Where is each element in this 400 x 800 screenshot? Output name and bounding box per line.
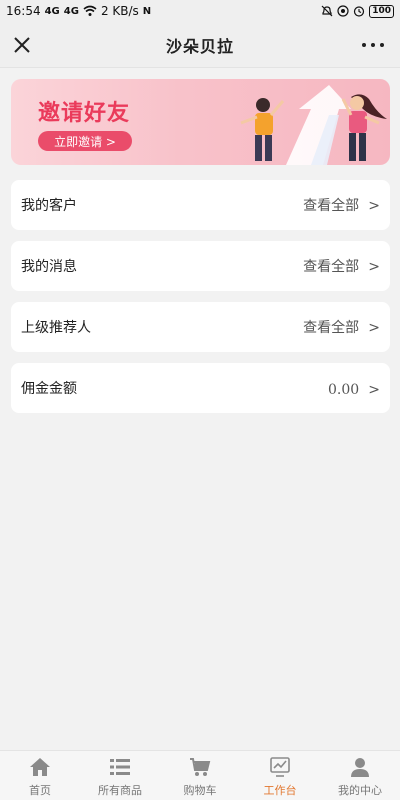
more-dot: [371, 43, 375, 47]
tab-home[interactable]: 首页: [0, 751, 80, 800]
target-icon: [337, 5, 349, 17]
signal-icon-2: 4G: [63, 5, 79, 17]
card-label: 上级推荐人: [21, 320, 91, 336]
card-label: 我的客户: [21, 198, 77, 214]
commission-amount: 0.00: [328, 381, 360, 398]
wifi-icon: [83, 5, 97, 16]
network-speed: 2 KB/s: [100, 4, 139, 18]
invite-banner[interactable]: 邀请好友 立即邀请 >: [11, 79, 390, 165]
tab-cart[interactable]: 购物车: [160, 751, 240, 800]
card-right: 0.00 >: [328, 379, 380, 398]
tab-label: 我的中心: [338, 784, 382, 797]
view-all-link[interactable]: 查看全部: [303, 320, 359, 336]
card-right: 查看全部 >: [303, 256, 380, 276]
status-time: 16:54: [6, 4, 41, 18]
chevron-right-icon: >: [368, 198, 380, 214]
card-label: 我的消息: [21, 259, 77, 275]
card-label: 佣金金额: [21, 381, 77, 397]
page-title: 沙朵贝拉: [165, 36, 234, 56]
chevron-right-icon: >: [368, 320, 380, 336]
card-my-messages[interactable]: 我的消息 查看全部 >: [11, 241, 390, 291]
chart-icon: [270, 757, 290, 777]
list-icon: [110, 759, 130, 775]
tab-label: 购物车: [183, 784, 217, 797]
tab-my-center[interactable]: 我的中心: [320, 751, 400, 800]
close-icon[interactable]: [12, 35, 32, 55]
battery-icon: 100: [369, 4, 394, 18]
nav-bar: 沙朵贝拉: [0, 22, 400, 68]
tab-all-products[interactable]: 所有商品: [80, 751, 160, 800]
tab-label: 首页: [29, 784, 51, 797]
tab-label: 工作台: [263, 784, 297, 797]
tab-label: 所有商品: [98, 784, 142, 797]
status-left: 16:54 4G 4G 2 KB/s N: [6, 4, 151, 18]
banner-title: 邀请好友: [38, 101, 131, 126]
bottom-tab-bar: 首页 所有商品 购物车 工作台 我的中心: [0, 750, 400, 800]
more-icon[interactable]: [362, 36, 384, 54]
card-right: 查看全部 >: [303, 195, 380, 215]
card-my-customers[interactable]: 我的客户 查看全部 >: [11, 180, 390, 230]
bell-off-icon: [321, 5, 333, 17]
banner-illustration: [240, 85, 387, 165]
more-dot: [380, 43, 384, 47]
home-icon: [30, 758, 50, 776]
nfc-icon: N: [142, 5, 152, 17]
invite-now-button[interactable]: 立即邀请 >: [38, 131, 132, 151]
chevron-right-icon: >: [368, 381, 380, 398]
chevron-right-icon: >: [368, 259, 380, 275]
status-right: 100: [321, 4, 394, 18]
card-commission[interactable]: 佣金金额 0.00 >: [11, 363, 390, 413]
view-all-link[interactable]: 查看全部: [303, 198, 359, 214]
view-all-link[interactable]: 查看全部: [303, 259, 359, 275]
cart-icon: [190, 758, 211, 776]
alarm-icon: [354, 6, 365, 17]
more-dot: [362, 43, 366, 47]
signal-icon: 4G: [44, 5, 60, 17]
tab-workbench[interactable]: 工作台: [240, 751, 320, 800]
user-icon: [351, 758, 369, 777]
card-referrer[interactable]: 上级推荐人 查看全部 >: [11, 302, 390, 352]
card-right: 查看全部 >: [303, 317, 380, 337]
status-bar: 16:54 4G 4G 2 KB/s N 100: [0, 0, 400, 22]
